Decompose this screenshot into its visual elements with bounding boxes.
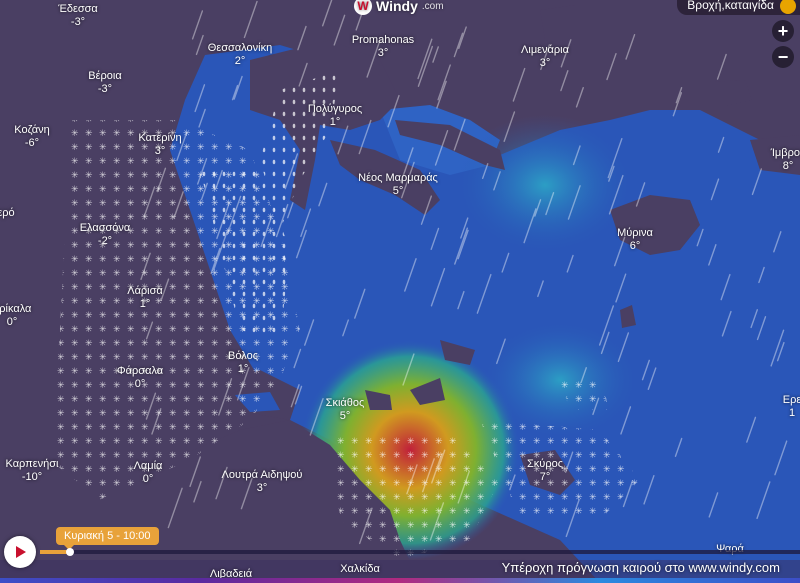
city-temp: 1° bbox=[329, 116, 341, 128]
city-temp: 0° bbox=[6, 316, 18, 328]
city-temp: 6° bbox=[629, 240, 641, 252]
city-temp: 3° bbox=[256, 482, 268, 494]
city-name: Φάρσαλα bbox=[116, 365, 164, 377]
city-temp: 0° bbox=[142, 473, 154, 485]
city-temp: -6° bbox=[24, 137, 40, 149]
city-label[interactable]: Έδεσσα -3° bbox=[58, 3, 98, 29]
city-label[interactable]: Λιμενάρια 3° bbox=[521, 44, 569, 70]
city-label[interactable]: Σκιάθος 5° bbox=[326, 397, 365, 423]
city-name: Ελασσόνα bbox=[79, 222, 131, 234]
city-temp: 3° bbox=[539, 57, 551, 69]
city-label[interactable]: Τρίκαλα0° bbox=[0, 303, 31, 329]
city-name: Βόλος bbox=[228, 350, 258, 362]
time-indicator: Κυριακή 5 - 10:00 bbox=[56, 527, 159, 550]
city-name: Νέος Μαρμαράς bbox=[358, 172, 438, 184]
city-name: Έδεσσα bbox=[58, 3, 98, 15]
city-temp: 5° bbox=[392, 185, 404, 197]
layer-selector[interactable]: Βροχή,καταιγίδα bbox=[677, 0, 800, 15]
city-name: Promahonas bbox=[351, 34, 415, 46]
city-label[interactable]: Ίμβρος8° bbox=[771, 147, 800, 173]
city-label[interactable]: Πολύγυρος 1° bbox=[308, 103, 362, 129]
city-label[interactable]: Λουτρά Αιδηψού 3° bbox=[222, 469, 303, 495]
color-legend-strip bbox=[0, 578, 800, 583]
city-label[interactable]: Ελασσόνα -2° bbox=[80, 222, 131, 248]
windy-logo: W Windy .com bbox=[354, 0, 444, 15]
city-temp: 3° bbox=[377, 47, 389, 59]
city-label[interactable]: Βόλος 1° bbox=[228, 350, 258, 376]
city-label[interactable]: Θεσσαλονίκη 2° bbox=[208, 42, 272, 68]
city-label[interactable]: Ερε 1 bbox=[783, 394, 800, 420]
city-temp: 0° bbox=[134, 378, 146, 390]
city-label[interactable]: Βέροια -3° bbox=[88, 70, 121, 96]
timeline-bar[interactable] bbox=[40, 550, 800, 554]
city-temp: 3° bbox=[154, 145, 166, 157]
city-label[interactable]: Καρπενήσι -10° bbox=[5, 458, 58, 484]
city-temp: -3° bbox=[70, 16, 86, 28]
city-label[interactable]: Χαλκίδα bbox=[340, 563, 380, 576]
city-temp: 7° bbox=[539, 471, 551, 483]
city-temp: 1 bbox=[788, 407, 796, 419]
layer-label: Βροχή,καταιγίδα bbox=[687, 0, 774, 12]
city-name: Λάρισα bbox=[127, 285, 163, 297]
city-label[interactable]: ερό bbox=[0, 207, 15, 220]
city-name: Λουτρά Αιδηψού bbox=[221, 469, 303, 481]
city-label[interactable]: Φάρσαλα 0° bbox=[117, 365, 163, 391]
city-name: Τρίκαλα bbox=[0, 303, 32, 315]
city-name: Κατερίνη bbox=[138, 132, 182, 144]
city-temp: 2° bbox=[234, 55, 246, 67]
city-temp: -3° bbox=[97, 83, 113, 95]
city-temp: 1° bbox=[139, 298, 151, 310]
city-temp: 8° bbox=[782, 160, 794, 172]
city-name: Λιμενάρια bbox=[521, 44, 569, 56]
city-name: Ερε bbox=[782, 394, 800, 406]
city-label[interactable]: Κοζάνη -6° bbox=[14, 124, 49, 150]
zoom-in-button[interactable]: + bbox=[772, 20, 794, 42]
city-label[interactable]: Νέος Μαρμαράς 5° bbox=[358, 172, 438, 198]
city-name: Λαμία bbox=[133, 460, 163, 472]
city-label[interactable]: Λαμία 0° bbox=[134, 460, 163, 486]
play-button[interactable] bbox=[4, 536, 36, 568]
zoom-out-button[interactable]: − bbox=[772, 46, 794, 68]
play-icon bbox=[16, 546, 26, 558]
city-label[interactable]: Κατερίνη 3° bbox=[138, 132, 181, 158]
city-temp: 5° bbox=[339, 410, 351, 422]
city-name: Σκιάθος bbox=[325, 397, 365, 409]
layer-menu-icon bbox=[780, 0, 796, 14]
city-label[interactable]: Σκύρος 7° bbox=[527, 458, 563, 484]
city-name: ερό bbox=[0, 207, 15, 219]
city-label[interactable]: Promahonas 3° bbox=[352, 34, 414, 60]
city-name: Κοζάνη bbox=[14, 124, 50, 136]
city-name: Καρπενήσι bbox=[5, 458, 59, 470]
windy-logo-icon: W bbox=[354, 0, 372, 15]
city-name: Θεσσαλονίκη bbox=[207, 42, 273, 54]
brand-name: Windy bbox=[376, 0, 418, 14]
city-name: Μύρινα bbox=[617, 227, 653, 239]
city-label[interactable]: Λάρισα 1° bbox=[127, 285, 163, 311]
city-name: Ίμβρος bbox=[770, 147, 800, 159]
city-name: Πολύγυρος bbox=[307, 103, 363, 115]
city-name: Σκύρος bbox=[527, 458, 563, 470]
city-temp: -2° bbox=[97, 235, 113, 247]
city-label[interactable]: Μύρινα 6° bbox=[617, 227, 653, 253]
city-temp: -10° bbox=[21, 471, 43, 483]
city-name: Βέροια bbox=[88, 70, 122, 82]
footer-text[interactable]: Υπέροχη πρόγνωση καιρού στο www.windy.co… bbox=[502, 560, 780, 575]
city-temp: 1° bbox=[237, 363, 249, 375]
city-name: Χαλκίδα bbox=[340, 563, 380, 575]
brand-suffix: .com bbox=[421, 0, 444, 12]
